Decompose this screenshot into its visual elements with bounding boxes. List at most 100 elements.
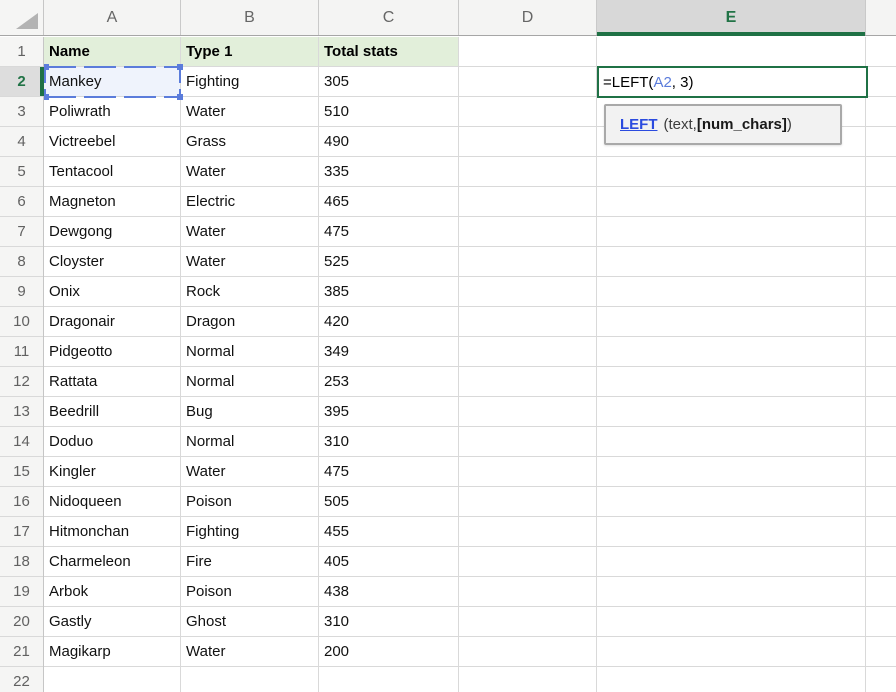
- cell-type[interactable]: Ghost: [181, 607, 319, 637]
- cell-total[interactable]: 465: [319, 187, 459, 217]
- cell-type[interactable]: Rock: [181, 277, 319, 307]
- table-row-15: Kingler Water 475: [44, 457, 639, 487]
- cell-total[interactable]: 385: [319, 277, 459, 307]
- row-header-6[interactable]: 6: [0, 187, 43, 217]
- row-header-11[interactable]: 11: [0, 337, 43, 367]
- cell-total[interactable]: 438: [319, 577, 459, 607]
- cell-name[interactable]: Victreebel: [44, 127, 181, 157]
- cell-type[interactable]: Dragon: [181, 307, 319, 337]
- cell-name[interactable]: Pidgeotto: [44, 337, 181, 367]
- cell-type[interactable]: Grass: [181, 127, 319, 157]
- row-header-10[interactable]: 10: [0, 307, 43, 337]
- cell-name[interactable]: Cloyster: [44, 247, 181, 277]
- cell-total[interactable]: 310: [319, 427, 459, 457]
- cell-type[interactable]: Poison: [181, 577, 319, 607]
- cell-name[interactable]: Dragonair: [44, 307, 181, 337]
- cell-total[interactable]: 310: [319, 607, 459, 637]
- cell-name[interactable]: Charmeleon: [44, 547, 181, 577]
- column-header-e-selected[interactable]: E: [597, 0, 866, 35]
- row-header-19[interactable]: 19: [0, 577, 43, 607]
- row-header-12[interactable]: 12: [0, 367, 43, 397]
- row-header-2-label: 2: [17, 73, 25, 90]
- cell-total[interactable]: 475: [319, 457, 459, 487]
- row-header-18[interactable]: 18: [0, 547, 43, 577]
- column-header-d[interactable]: D: [459, 0, 597, 35]
- column-header-a[interactable]: A: [44, 0, 181, 35]
- cell-total[interactable]: 490: [319, 127, 459, 157]
- cell-name[interactable]: Magneton: [44, 187, 181, 217]
- cell-total[interactable]: 505: [319, 487, 459, 517]
- select-all-corner[interactable]: [0, 0, 44, 35]
- row-header-17[interactable]: 17: [0, 517, 43, 547]
- row-header-1[interactable]: 1: [0, 37, 43, 67]
- cell-name[interactable]: Arbok: [44, 577, 181, 607]
- cell-name[interactable]: Hitmonchan: [44, 517, 181, 547]
- cell-name[interactable]: Nidoqueen: [44, 487, 181, 517]
- cell-total[interactable]: 253: [319, 367, 459, 397]
- row-header-21[interactable]: 21: [0, 637, 43, 667]
- cell-total[interactable]: 335: [319, 157, 459, 187]
- row-header-strip: 1 2 3 4 5 6 7 8 9 10 11 12 13 14 15 16 1…: [0, 37, 44, 692]
- cell-name[interactable]: Poliwrath: [44, 97, 181, 127]
- row-header-20[interactable]: 20: [0, 607, 43, 637]
- cell-total[interactable]: 405: [319, 547, 459, 577]
- cell-name[interactable]: Kingler: [44, 457, 181, 487]
- cell-name[interactable]: Mankey: [44, 67, 181, 97]
- column-header-c[interactable]: C: [319, 0, 459, 35]
- row-header-7[interactable]: 7: [0, 217, 43, 247]
- cell-total[interactable]: 349: [319, 337, 459, 367]
- row-header-8[interactable]: 8: [0, 247, 43, 277]
- row-header-14[interactable]: 14: [0, 427, 43, 457]
- cell-type[interactable]: Water: [181, 247, 319, 277]
- cell-name[interactable]: Beedrill: [44, 397, 181, 427]
- column-header-f[interactable]: [866, 0, 896, 35]
- column-header-strip: A B C D E: [0, 0, 896, 36]
- cell-name[interactable]: Rattata: [44, 367, 181, 397]
- column-header-b[interactable]: B: [181, 0, 319, 35]
- cell-type[interactable]: Normal: [181, 337, 319, 367]
- row-header-22[interactable]: 22: [0, 667, 43, 692]
- row-header-4[interactable]: 4: [0, 127, 43, 157]
- cell-type[interactable]: Water: [181, 217, 319, 247]
- cell-name[interactable]: Doduo: [44, 427, 181, 457]
- row-header-3[interactable]: 3: [0, 97, 43, 127]
- row-header-15[interactable]: 15: [0, 457, 43, 487]
- cell-total[interactable]: 305: [319, 67, 459, 97]
- row-header-9[interactable]: 9: [0, 277, 43, 307]
- cell-type[interactable]: Poison: [181, 487, 319, 517]
- cell-type[interactable]: Water: [181, 157, 319, 187]
- cell-type[interactable]: Water: [181, 97, 319, 127]
- cell-type[interactable]: Fire: [181, 547, 319, 577]
- cell-total[interactable]: 525: [319, 247, 459, 277]
- cell-total[interactable]: 420: [319, 307, 459, 337]
- cell-total[interactable]: 510: [319, 97, 459, 127]
- row-header-16[interactable]: 16: [0, 487, 43, 517]
- table-row-13: Beedrill Bug 395: [44, 397, 639, 427]
- table-row-8: Cloyster Water 525: [44, 247, 639, 277]
- cell-name[interactable]: Onix: [44, 277, 181, 307]
- row-header-5[interactable]: 5: [0, 157, 43, 187]
- cell-type[interactable]: Electric: [181, 187, 319, 217]
- cell-total[interactable]: 200: [319, 637, 459, 667]
- cell-type[interactable]: Water: [181, 637, 319, 667]
- cell-name[interactable]: Dewgong: [44, 217, 181, 247]
- row-header-13[interactable]: 13: [0, 397, 43, 427]
- cell-type[interactable]: Fighting: [181, 517, 319, 547]
- cell-type[interactable]: Bug: [181, 397, 319, 427]
- cell-name[interactable]: Tentacool: [44, 157, 181, 187]
- cell-total[interactable]: 475: [319, 217, 459, 247]
- cell-type[interactable]: Fighting: [181, 67, 319, 97]
- cell-type[interactable]: Normal: [181, 427, 319, 457]
- cell-name[interactable]: Magikarp: [44, 637, 181, 667]
- active-cell-formula-editor[interactable]: =LEFT(A2, 3): [597, 66, 868, 98]
- row-header-2-selected[interactable]: 2: [0, 67, 43, 97]
- header-cell-total[interactable]: Total stats: [319, 37, 459, 67]
- cell-type[interactable]: Normal: [181, 367, 319, 397]
- cell-total[interactable]: 395: [319, 397, 459, 427]
- cell-type[interactable]: Water: [181, 457, 319, 487]
- cell-total[interactable]: 455: [319, 517, 459, 547]
- cell-name[interactable]: Gastly: [44, 607, 181, 637]
- header-cell-type[interactable]: Type 1: [181, 37, 319, 67]
- function-name-link[interactable]: LEFT: [620, 116, 658, 133]
- header-cell-name[interactable]: Name: [44, 37, 181, 67]
